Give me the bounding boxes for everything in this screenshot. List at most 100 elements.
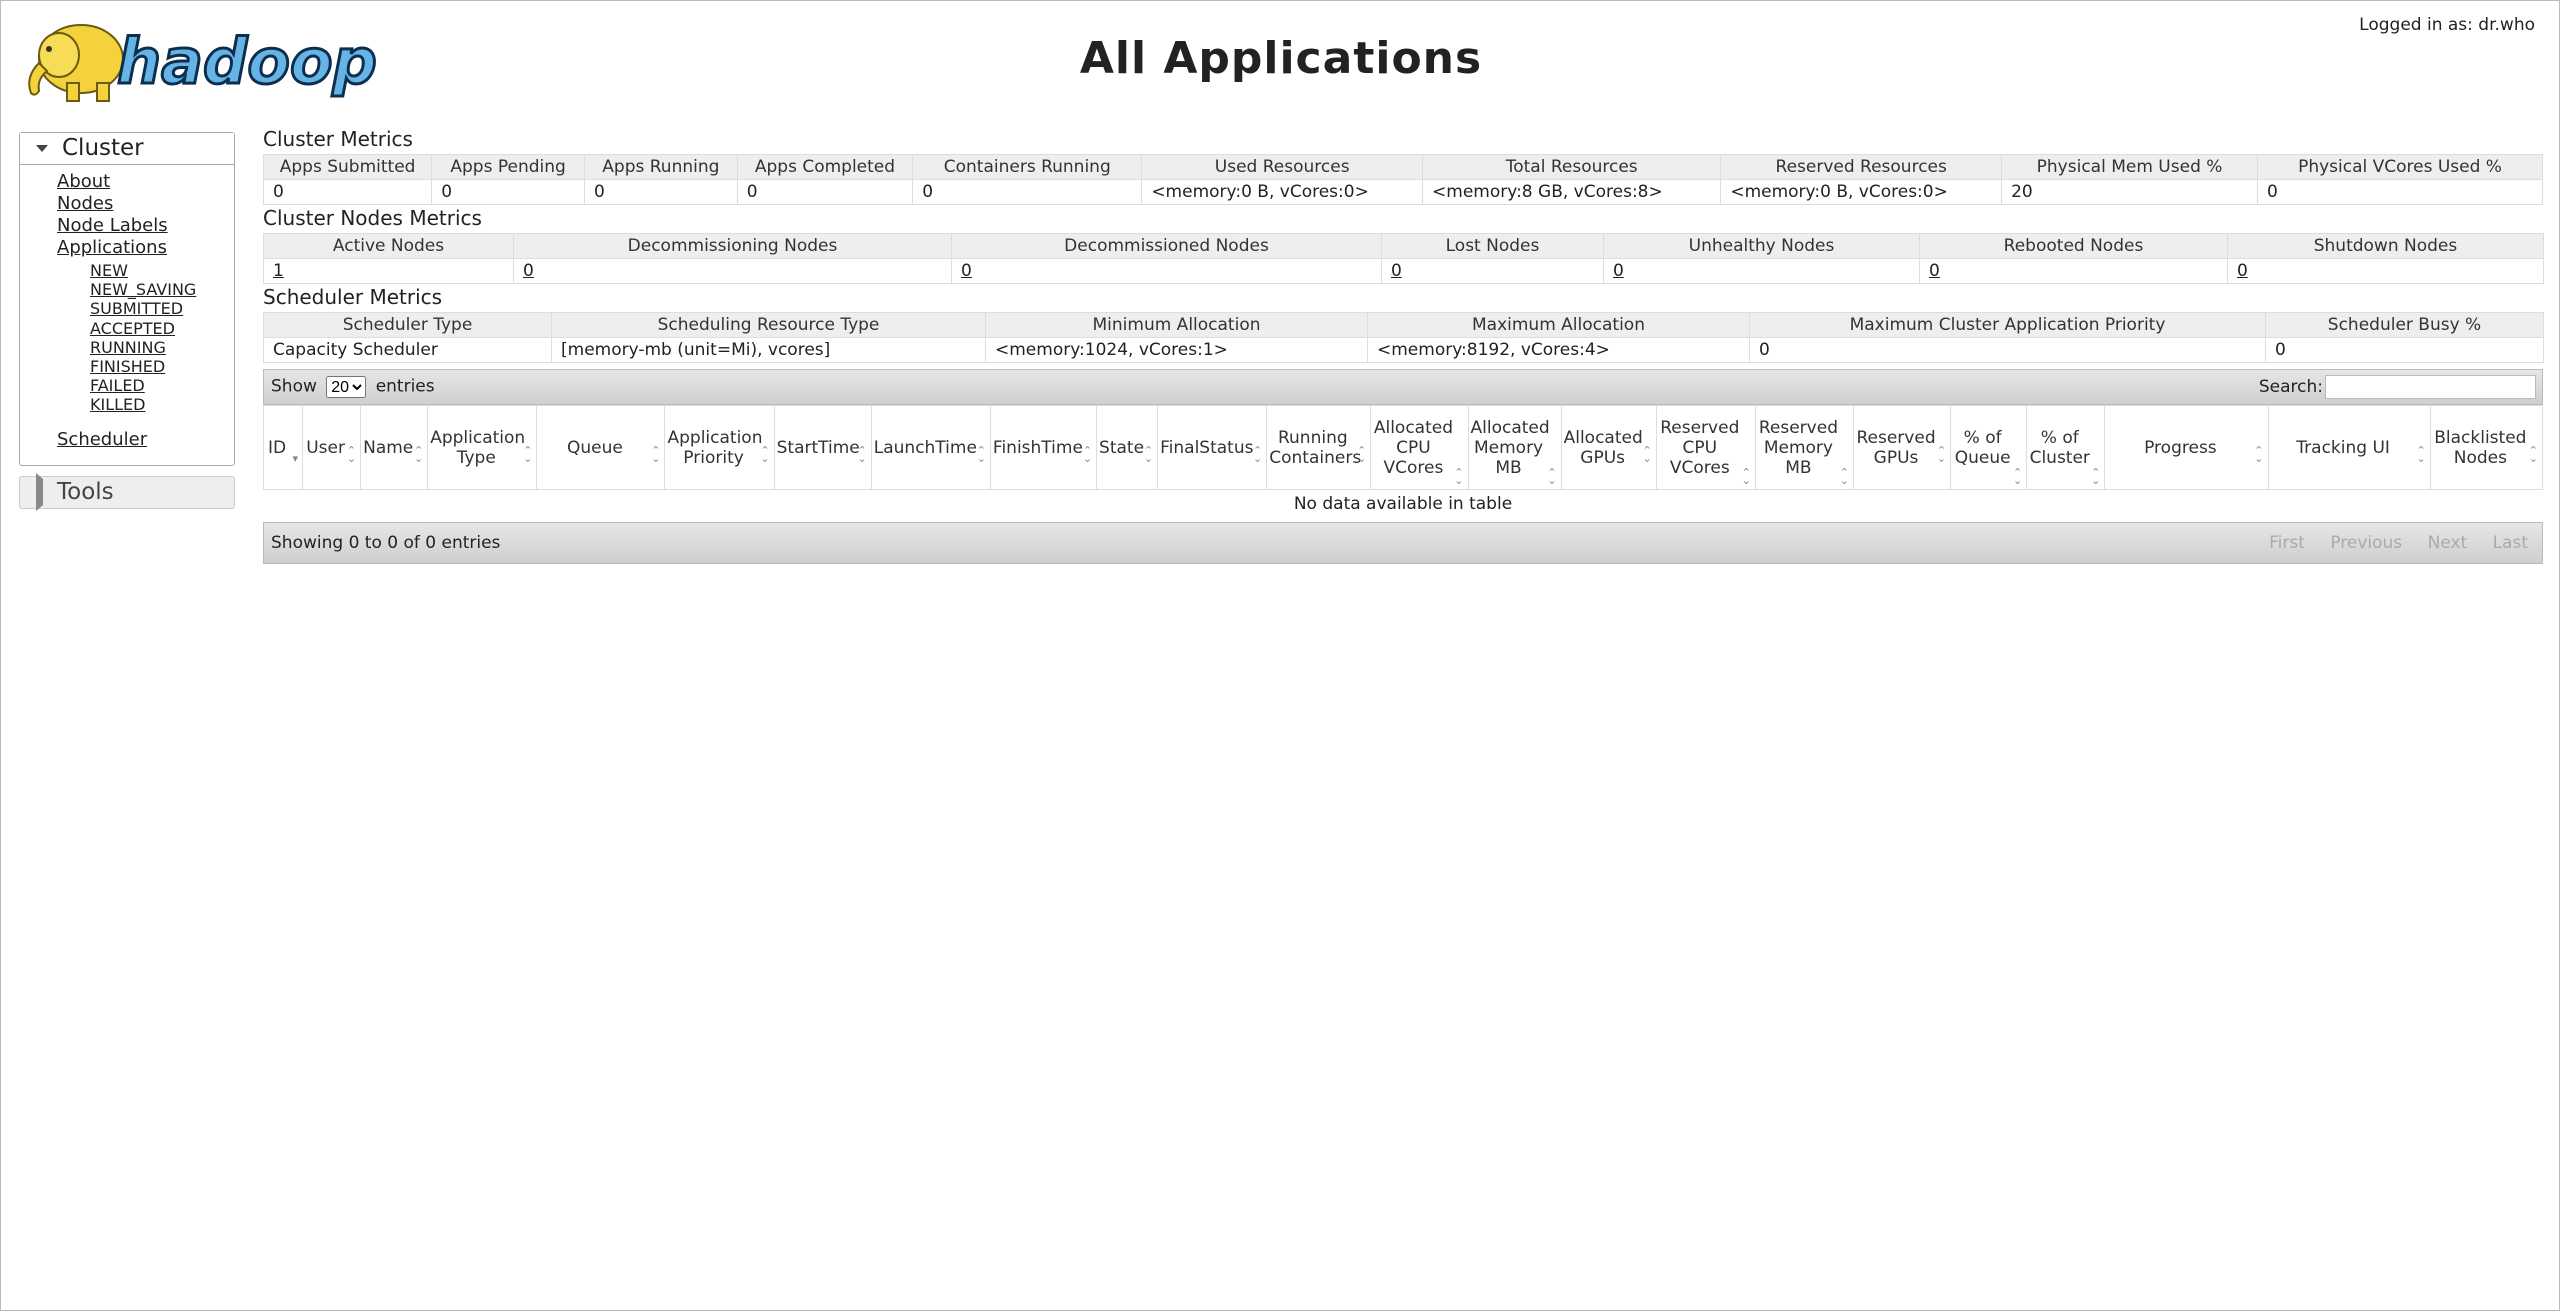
sidebar-link-applications[interactable]: Applications: [57, 237, 234, 259]
cluster-metrics-table: Apps Submitted Apps Pending Apps Running…: [262, 154, 2543, 205]
table-cell: 20: [2001, 179, 2259, 205]
column-label: Progress: [2144, 437, 2217, 458]
sidebar-link-nodes[interactable]: Nodes: [57, 193, 234, 215]
sidebar-link-scheduler[interactable]: Scheduler: [57, 429, 234, 451]
pager-first[interactable]: First: [2269, 533, 2305, 553]
rebooted-nodes-link[interactable]: 0: [1929, 261, 1940, 281]
table-cell: <memory:8192, vCores:4>: [1367, 337, 1750, 363]
cluster-accordion-header[interactable]: Cluster: [20, 133, 234, 165]
sidebar-link-node-labels[interactable]: Node Labels: [57, 215, 234, 237]
column-header-reserved-memory-mb[interactable]: Reserved Memory MB ⌃ ⌄: [1754, 405, 1854, 490]
page-size-select[interactable]: 20: [326, 376, 367, 398]
chevron-right-icon: [36, 472, 43, 511]
column-label: Name: [363, 437, 414, 458]
main-content: Cluster Metrics Apps Submitted Apps Pend…: [262, 126, 2544, 564]
decommissioning-nodes-link[interactable]: 0: [523, 261, 534, 281]
column-header-reserved-gpus[interactable]: Reserved GPUs ⌃ ⌄: [1852, 405, 1952, 490]
table-cell: <memory:0 B, vCores:0>: [1141, 179, 1424, 205]
sort-icon: ⌃ ⌄: [1454, 466, 1464, 487]
app-state-accepted[interactable]: ACCEPTED: [90, 319, 234, 338]
column-header-launchtime[interactable]: LaunchTime ⌃ ⌄: [870, 405, 991, 490]
column-header: Apps Completed: [736, 154, 914, 180]
app-state-new[interactable]: NEW: [90, 261, 234, 280]
lost-nodes-link[interactable]: 0: [1391, 261, 1402, 281]
column-label: % of Cluster: [2029, 427, 2090, 468]
shutdown-nodes-link[interactable]: 0: [2237, 261, 2248, 281]
column-header-name[interactable]: Name ⌃ ⌄: [360, 405, 429, 490]
tools-accordion-header[interactable]: Tools: [19, 472, 235, 511]
table-cell: 0: [2257, 179, 2543, 205]
column-header-reserved-cpu-vcores[interactable]: Reserved CPU VCores ⌃ ⌄: [1655, 405, 1756, 490]
column-header-id[interactable]: ID ▾: [262, 405, 304, 490]
pager-last[interactable]: Last: [2493, 533, 2528, 553]
app-state-submitted[interactable]: SUBMITTED: [90, 299, 234, 318]
column-label: Reserved Memory MB: [1758, 417, 1838, 478]
app-state-running[interactable]: RUNNING: [90, 338, 234, 357]
table-cell: [memory-mb (unit=Mi), vcores]: [551, 337, 986, 363]
column-header-allocated-gpus[interactable]: Allocated GPUs ⌃ ⌄: [1560, 405, 1657, 490]
column-header-progress[interactable]: Progress ⌃ ⌄: [2104, 405, 2269, 490]
column-header: Physical VCores Used %: [2257, 154, 2543, 180]
sort-icon: ⌃ ⌄: [2254, 444, 2264, 465]
column-header-starttime[interactable]: StartTime ⌃ ⌄: [773, 405, 872, 490]
sort-icon: ⌃ ⌄: [1936, 444, 1947, 465]
column-header: Minimum Allocation: [985, 312, 1368, 338]
column-header-user[interactable]: User ⌃ ⌄: [302, 405, 362, 490]
column-header: Shutdown Nodes: [2227, 233, 2544, 259]
table-header-row: Active Nodes Decommissioning Nodes Decom…: [263, 233, 2544, 259]
sort-icon: ⌃ ⌄: [976, 444, 986, 465]
column-label: Reserved GPUs: [1856, 427, 1936, 468]
header: hadoop All Applications Logged in as: dr…: [1, 1, 2560, 121]
column-header-queue[interactable]: Queue ⌃ ⌄: [536, 405, 666, 490]
table-header-row: Apps Submitted Apps Pending Apps Running…: [262, 154, 2543, 180]
column-header-finalstatus[interactable]: FinalStatus ⌃ ⌄: [1157, 405, 1268, 490]
column-header: Maximum Allocation: [1367, 312, 1750, 338]
sidebar-link-about[interactable]: About: [57, 171, 234, 193]
table-cell: 0: [583, 179, 738, 205]
column-label: FinishTime: [992, 437, 1083, 458]
entries-label: entries: [375, 376, 435, 397]
column-header-of-queue[interactable]: % of Queue ⌃ ⌄: [1950, 405, 2028, 490]
table-cell: 0: [2227, 258, 2544, 284]
logged-in-user: Logged in as: dr.who: [2359, 15, 2535, 35]
pager-previous[interactable]: Previous: [2330, 533, 2402, 553]
column-header-allocated-memory-mb[interactable]: Allocated Memory MB ⌃ ⌄: [1467, 405, 1562, 490]
sort-icon: ⌃ ⌄: [346, 444, 357, 465]
column-header-tracking-ui[interactable]: Tracking UI ⌃ ⌄: [2267, 405, 2431, 490]
table-cell: 0: [736, 179, 914, 205]
column-header-state[interactable]: State ⌃ ⌄: [1096, 405, 1159, 490]
decommissioned-nodes-link[interactable]: 0: [961, 261, 972, 281]
app-state-killed[interactable]: KILLED: [90, 395, 234, 414]
table-cell: Capacity Scheduler: [263, 337, 552, 363]
sort-icon: ⌃ ⌄: [413, 444, 424, 465]
column-header-allocated-cpu-vcores[interactable]: Allocated CPU VCores ⌃ ⌄: [1370, 405, 1469, 490]
app-state-new-saving[interactable]: NEW_SAVING: [90, 280, 234, 299]
unhealthy-nodes-link[interactable]: 0: [1613, 261, 1624, 281]
pager-next[interactable]: Next: [2428, 533, 2468, 553]
search-input[interactable]: [2325, 375, 2536, 399]
nodes-metrics-title: Cluster Nodes Metrics: [263, 206, 482, 230]
column-header-application-type[interactable]: Application Type ⌃ ⌄: [427, 405, 538, 490]
column-header: Decommissioning Nodes: [513, 233, 952, 259]
table-cell: 0: [431, 179, 585, 205]
table-cell: <memory:0 B, vCores:0>: [1720, 179, 2003, 205]
search-label: Search:: [2258, 377, 2323, 397]
applications-table: ID ▾ User ⌃ ⌄ Name ⌃ ⌄ Application Type ⌃ ⌄ Queue ⌃ ⌄…: [262, 405, 2544, 518]
column-label: StartTime: [776, 437, 860, 458]
column-header-blacklisted-nodes[interactable]: Blacklisted Nodes ⌃ ⌄: [2429, 405, 2544, 490]
active-nodes-link[interactable]: 1: [273, 261, 284, 281]
sort-icon: ⌃ ⌄: [1357, 444, 1367, 465]
column-header: Decommissioned Nodes: [951, 233, 1382, 259]
app-state-finished[interactable]: FINISHED: [90, 357, 234, 376]
column-header-running-containers[interactable]: Running Containers ⌃ ⌄: [1266, 405, 1372, 490]
show-label: Show: [271, 376, 317, 397]
sort-icon: ⌃ ⌄: [651, 444, 661, 465]
column-header-application-priority[interactable]: Application Priority ⌃ ⌄: [664, 405, 775, 490]
column-header-of-cluster[interactable]: % of Cluster ⌃ ⌄: [2026, 405, 2106, 490]
page-size-control: Show 20 entries: [271, 376, 435, 398]
sort-icon: ⌃ ⌄: [1143, 444, 1154, 465]
column-label: User: [306, 437, 345, 458]
app-state-failed[interactable]: FAILED: [90, 376, 234, 395]
column-header-finishtime[interactable]: FinishTime ⌃ ⌄: [989, 405, 1098, 490]
table-cell: 0: [1381, 258, 1604, 284]
